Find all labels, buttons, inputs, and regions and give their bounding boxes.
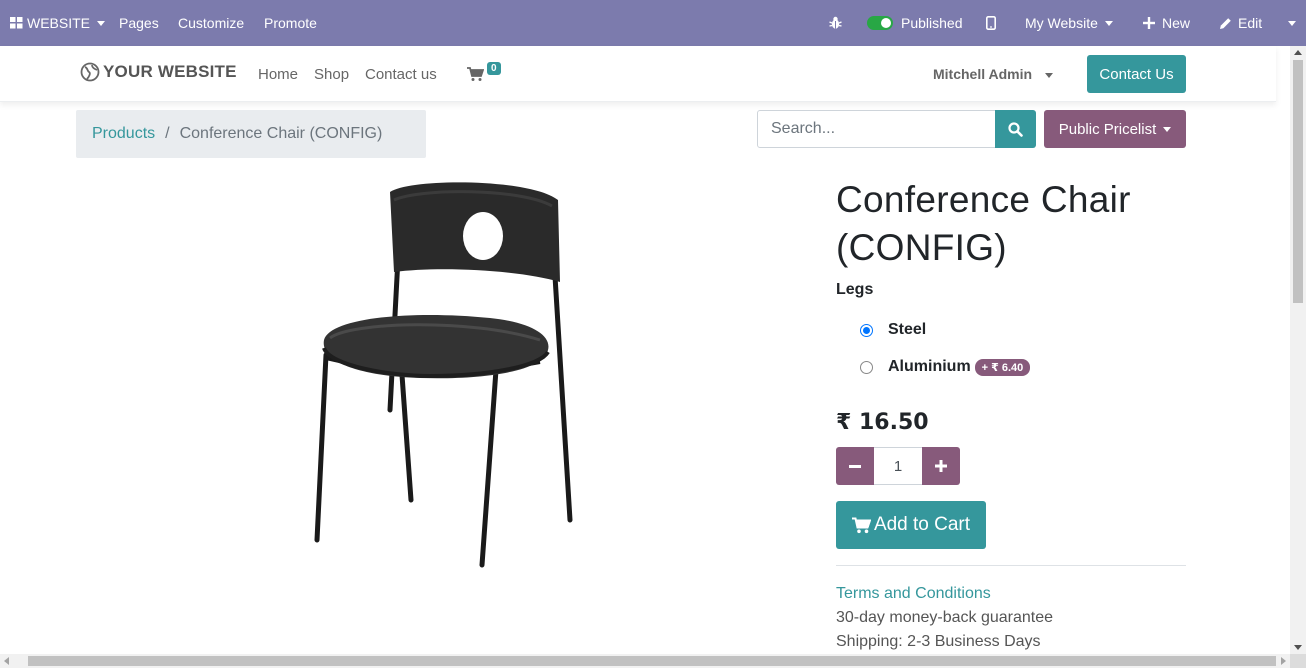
breadcrumb-current: Conference Chair (CONFIG) [179, 125, 383, 142]
mobile-icon [986, 16, 996, 30]
debug-button[interactable] [829, 0, 842, 46]
nav-home[interactable]: Home [258, 66, 298, 83]
price-extra-badge: + ₹ 6.40 [974, 358, 1031, 376]
product-title-line-2: (CONFIG) [836, 227, 1007, 268]
user-name: Mitchell Admin [933, 66, 1033, 82]
minus-icon [849, 464, 861, 468]
terms-and-conditions-link[interactable]: Terms and Conditions [836, 585, 991, 603]
add-to-cart-button[interactable]: Add to Cart [836, 501, 986, 549]
logo-text: YOUR WEBSITE [103, 62, 237, 81]
breadcrumb: Products / Conference Chair (CONFIG) [76, 110, 426, 158]
horizontal-scrollbar-thumb[interactable] [28, 656, 1276, 666]
promote-menu[interactable]: Promote [264, 0, 317, 46]
shopping-cart-icon [851, 517, 871, 533]
search-button[interactable] [995, 110, 1036, 148]
variant-option-aluminium[interactable]: Aluminium + ₹ 6.40 [860, 358, 1031, 376]
customize-menu[interactable]: Customize [178, 0, 244, 46]
variant-label-aluminium: Aluminium [888, 358, 971, 375]
product-image [314, 182, 573, 568]
search-input[interactable] [757, 110, 996, 148]
new-button[interactable]: New [1143, 0, 1190, 46]
app-menu-button[interactable]: WEBSITE [10, 0, 106, 46]
variant-option-steel[interactable]: Steel [860, 321, 926, 339]
site-logo[interactable]: YOUR WEBSITE [80, 62, 237, 82]
published-toggle[interactable]: Published [867, 0, 963, 46]
scrollbar-corner [1290, 654, 1306, 668]
shipping-text: Shipping: 2-3 Business Days [836, 633, 1041, 650]
site-header: YOUR WEBSITE Home Shop Contact us 0 Mitc… [0, 46, 1276, 102]
new-label: New [1162, 15, 1191, 31]
chevron-down-icon [1044, 72, 1053, 78]
toggle-switch-icon [867, 16, 893, 30]
chevron-down-icon [1163, 126, 1172, 132]
chevron-down-icon [1104, 20, 1113, 26]
radio-button-steel[interactable] [860, 323, 873, 337]
vertical-scrollbar-thumb[interactable] [1293, 60, 1303, 303]
contact-us-button[interactable]: Contact Us [1087, 55, 1186, 93]
app-menu-label: WEBSITE [27, 15, 91, 31]
chevron-down-icon [97, 20, 106, 26]
breadcrumb-separator: / [165, 125, 170, 142]
radio-button-aluminium[interactable] [860, 360, 873, 374]
breadcrumb-products-link[interactable]: Products [92, 125, 155, 143]
search-icon [1008, 121, 1023, 137]
bug-icon [829, 16, 842, 29]
pages-menu[interactable]: Pages [119, 0, 159, 46]
guarantee-text: 30-day money-back guarantee [836, 609, 1054, 626]
scroll-right-arrow-icon[interactable] [1281, 657, 1286, 665]
quantity-increase-button[interactable] [922, 447, 960, 485]
product-price: ₹ 16.50 [836, 410, 929, 435]
scroll-down-arrow-icon[interactable] [1294, 645, 1302, 650]
add-to-cart-label: Add to Cart [873, 514, 971, 535]
attribute-label-legs: Legs [836, 281, 874, 298]
divider [836, 565, 1186, 566]
plus-icon [1143, 17, 1155, 29]
edit-button[interactable]: Edit [1219, 0, 1262, 46]
vertical-scrollbar[interactable] [1290, 46, 1306, 654]
pricelist-dropdown[interactable]: Public Pricelist [1044, 110, 1186, 148]
chevron-down-icon [1288, 20, 1296, 26]
quantity-input[interactable] [874, 447, 922, 485]
product-title: Conference Chair (CONFIG) [836, 176, 1196, 272]
scroll-up-arrow-icon[interactable] [1294, 50, 1302, 55]
nav-contact-us[interactable]: Contact us [365, 66, 437, 83]
pencil-icon [1220, 17, 1231, 29]
cart-count-badge: 0 [487, 62, 501, 75]
edit-dropdown-toggle[interactable] [1288, 0, 1296, 46]
globe-icon [80, 62, 100, 82]
horizontal-scrollbar[interactable] [0, 654, 1290, 668]
edit-label: Edit [1238, 15, 1263, 31]
shopping-cart-icon [467, 67, 484, 81]
plus-icon [935, 460, 947, 472]
grid-icon [10, 17, 23, 29]
pricelist-label: Public Pricelist [1058, 120, 1157, 138]
published-label: Published [901, 15, 963, 31]
admin-bar: WEBSITE Pages Customize Promote Publishe… [0, 0, 1306, 46]
quantity-decrease-button[interactable] [836, 447, 874, 485]
variant-label-steel: Steel [888, 321, 927, 338]
scroll-left-arrow-icon[interactable] [4, 657, 9, 665]
user-menu[interactable]: Mitchell Admin [933, 66, 1053, 82]
website-selector[interactable]: My Website [1025, 0, 1113, 46]
mobile-preview-button[interactable] [986, 0, 996, 46]
website-selector-label: My Website [1025, 15, 1098, 31]
product-title-line-1: Conference Chair [836, 179, 1131, 220]
nav-shop[interactable]: Shop [314, 66, 349, 83]
